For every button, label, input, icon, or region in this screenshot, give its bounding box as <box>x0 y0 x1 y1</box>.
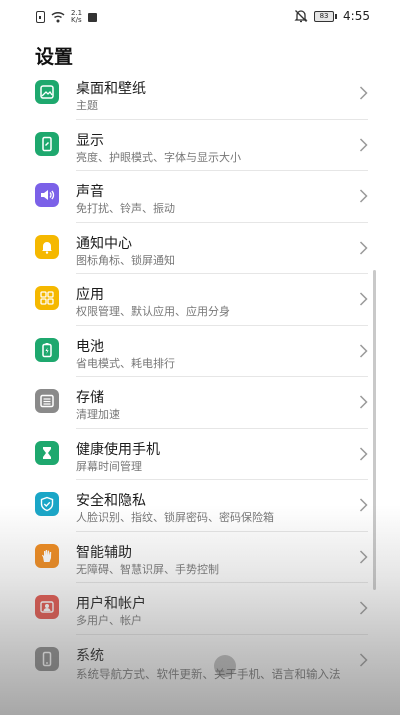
settings-item-subtitle: 清理加速 <box>76 408 120 421</box>
apps-grid-icon <box>35 286 59 310</box>
touch-indicator <box>214 655 236 677</box>
settings-item-subtitle: 亮度、护眼模式、字体与显示大小 <box>76 150 241 164</box>
settings-item-title: 应用 <box>76 287 104 303</box>
chevron-right-icon <box>359 86 368 100</box>
settings-item-subtitle: 图标角标、锁屏通知 <box>76 253 175 267</box>
chevron-right-icon <box>359 395 368 409</box>
chevron-right-icon <box>359 652 368 667</box>
settings-item[interactable]: 存储 清理加速 <box>0 377 400 429</box>
bell-off-icon <box>294 10 308 23</box>
settings-item-subtitle: 人脸识别、指纹、锁屏密码、密码保险箱 <box>76 511 274 524</box>
bell-icon <box>35 234 59 259</box>
settings-item-title: 系统 <box>76 647 104 664</box>
battery-level: 83 <box>314 10 335 22</box>
shield-icon <box>35 492 59 516</box>
settings-item-subtitle: 权限管理、默认应用、应用分身 <box>76 305 230 318</box>
settings-item[interactable]: 健康使用手机 屏幕时间管理 <box>0 429 400 480</box>
settings-item-subtitle: 免打扰、铃声、振动 <box>76 202 175 215</box>
settings-item[interactable]: 安全和隐私人脸识别、指纹、锁屏密码、密码保险箱 <box>0 480 400 532</box>
settings-item-title: 桌面和壁纸 <box>76 81 146 97</box>
settings-item-title: 安全和隐私 <box>76 493 146 509</box>
chevron-right-icon <box>359 601 368 615</box>
display-icon <box>35 131 59 156</box>
settings-item-title: 显示 <box>76 132 104 149</box>
settings-item-subtitle: 主题 <box>76 99 98 112</box>
settings-item[interactable]: 应用权限管理、默认应用、应用分身 <box>0 274 400 326</box>
chevron-right-icon <box>359 292 368 306</box>
sim-card-icon <box>36 11 45 23</box>
settings-item-subtitle: 无障碍、智慧识屏、手势控制 <box>76 562 219 576</box>
settings-screen: 2.1 K/s 83 4:55 设置 桌面和壁纸主题显示 亮度、护眼模式、字体与显… <box>0 0 400 715</box>
chevron-right-icon <box>359 137 368 152</box>
phone-icon <box>35 646 59 671</box>
settings-item[interactable]: 声音免打扰、铃声、振动 <box>0 171 400 223</box>
settings-item-title: 声音 <box>76 184 104 200</box>
settings-item-title: 存储 <box>76 390 104 406</box>
settings-list: 桌面和壁纸 主题 显示 亮度、护眼模式、字体与显示大小 声音 免打扰、铃声、振动 通知中心图… <box>0 68 400 705</box>
net-speed-unit: K/s <box>71 16 82 24</box>
settings-item-subtitle: 屏幕时间管理 <box>76 459 142 473</box>
settings-item[interactable]: 通知中心 图标角标、锁屏通知 <box>0 223 400 274</box>
clock: 4:55 <box>343 9 370 23</box>
network-speed: 2.1 K/s <box>71 10 82 24</box>
chevron-right-icon <box>359 549 368 564</box>
settings-item[interactable]: 用户和帐户多用户、帐户 <box>0 583 400 635</box>
settings-item-title: 用户和帐户 <box>76 596 146 612</box>
chevron-right-icon <box>359 446 368 461</box>
settings-item[interactable]: 智能辅助 无障碍、智慧识屏、手势控制 <box>0 532 400 583</box>
speaker-icon <box>35 183 59 207</box>
chevron-right-icon <box>359 343 368 358</box>
chevron-right-icon <box>359 498 368 512</box>
battery-indicator: 83 <box>314 10 338 22</box>
user-icon <box>35 595 59 619</box>
chevron-right-icon <box>359 189 368 203</box>
notification-square-icon <box>88 12 98 22</box>
settings-item-subtitle: 省电模式、耗电排行 <box>76 356 175 370</box>
settings-item[interactable]: 电池 省电模式、耗电排行 <box>0 326 400 377</box>
wallpaper-icon <box>35 80 59 104</box>
settings-item[interactable]: 显示 亮度、护眼模式、字体与显示大小 <box>0 120 400 171</box>
settings-item[interactable]: 桌面和壁纸 主题 <box>0 68 400 120</box>
chevron-right-icon <box>359 240 368 255</box>
settings-item-subtitle: 多用户、帐户 <box>76 614 142 627</box>
settings-item-title: 智能辅助 <box>76 544 132 561</box>
page-title: 设置 <box>35 46 74 68</box>
settings-item-title: 通知中心 <box>76 235 132 252</box>
wifi-icon <box>51 11 65 23</box>
battery-icon <box>35 337 59 362</box>
status-bar: 2.1 K/s 83 4:55 <box>0 0 400 34</box>
hand-icon <box>35 543 59 568</box>
scrollbar[interactable] <box>373 270 376 590</box>
hourglass-icon <box>35 440 59 465</box>
settings-item-title: 健康使用手机 <box>76 441 160 458</box>
settings-item-title: 电池 <box>76 338 104 355</box>
settings-item[interactable]: 系统 系统导航方式、软件更新、关于手机、语言和输入法 <box>0 635 400 705</box>
storage-icon <box>35 389 59 413</box>
